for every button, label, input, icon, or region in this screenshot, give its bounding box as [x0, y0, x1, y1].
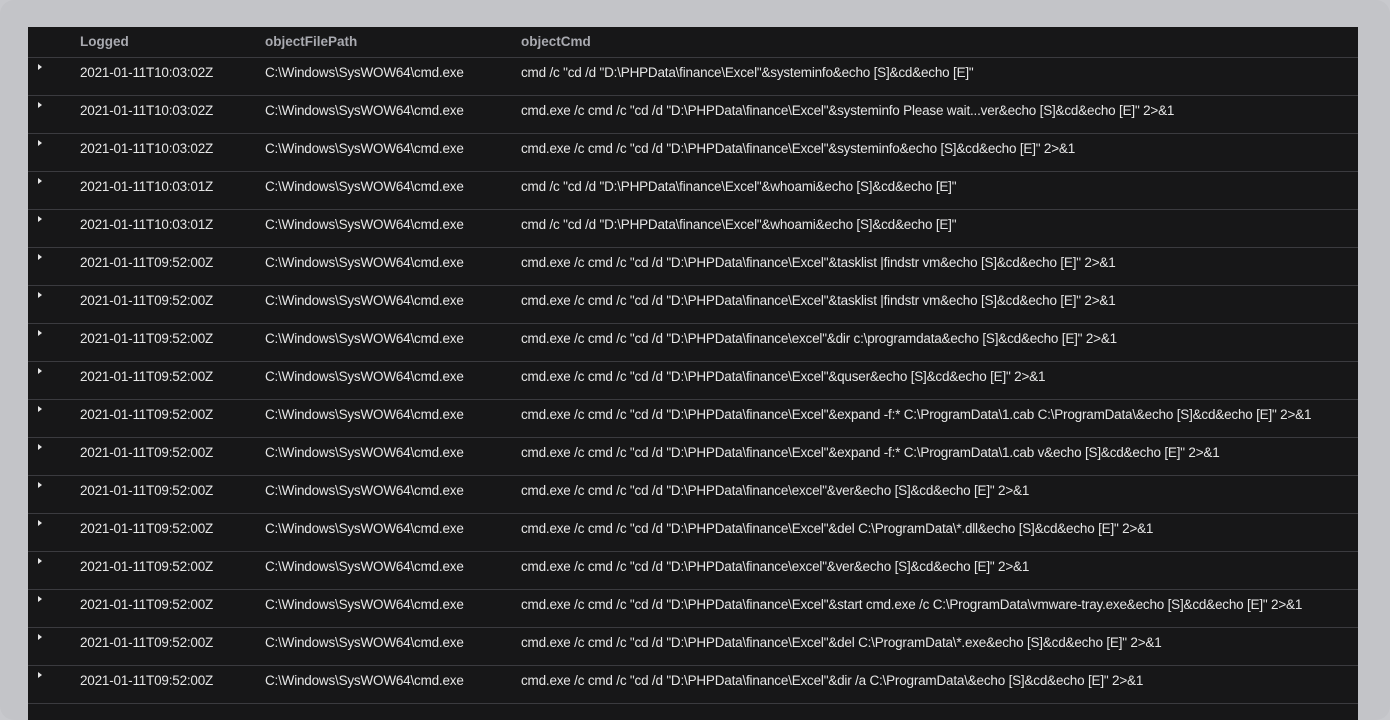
objectfilepath-cell: C:\Windows\SysWOW64\cmd.exe: [265, 483, 464, 498]
expand-caret-icon[interactable]: [38, 520, 42, 526]
expand-caret-icon[interactable]: [38, 368, 42, 374]
expand-caret-icon[interactable]: [38, 444, 42, 450]
expand-caret-icon[interactable]: [38, 254, 42, 260]
objectcmd-cell: cmd.exe /c cmd /c "cd /d "D:\PHPData\fin…: [521, 369, 1046, 384]
table-row[interactable]: 2021-01-11T10:03:01Z C:\Windows\SysWOW64\…: [28, 172, 1358, 210]
table-body: 2021-01-11T10:03:02Z C:\Windows\SysWOW64\…: [28, 27, 1358, 704]
objectcmd-cell: cmd.exe /c cmd /c "cd /d "D:\PHPData\fin…: [521, 521, 1154, 536]
logged-cell: 2021-01-11T09:52:00Z: [80, 483, 214, 498]
objectfilepath-cell: C:\Windows\SysWOW64\cmd.exe: [265, 103, 464, 118]
column-header-logged[interactable]: Logged: [80, 34, 129, 49]
expand-caret-icon[interactable]: [38, 140, 42, 146]
table-row[interactable]: 2021-01-11T09:52:00Z C:\Windows\SysWOW64\…: [28, 552, 1358, 590]
expand-caret-icon[interactable]: [38, 634, 42, 640]
logged-cell: 2021-01-11T09:52:00Z: [80, 331, 214, 346]
objectcmd-cell: cmd /c "cd /d "D:\PHPData\finance\Excel"…: [521, 179, 957, 194]
logged-cell: 2021-01-11T09:52:00Z: [80, 521, 214, 536]
expand-caret-icon[interactable]: [38, 216, 42, 222]
objectcmd-cell: cmd /c "cd /d "D:\PHPData\finance\Excel"…: [521, 65, 974, 80]
logged-cell: 2021-01-11T09:52:00Z: [80, 445, 214, 460]
objectfilepath-cell: C:\Windows\SysWOW64\cmd.exe: [265, 673, 464, 688]
table-row[interactable]: 2021-01-11T09:52:00Z C:\Windows\SysWOW64\…: [28, 286, 1358, 324]
expand-caret-icon[interactable]: [38, 330, 42, 336]
objectcmd-cell: cmd.exe /c cmd /c "cd /d "D:\PHPData\fin…: [521, 673, 1144, 688]
logged-cell: 2021-01-11T09:52:00Z: [80, 559, 214, 574]
logged-cell: 2021-01-11T10:03:02Z: [80, 103, 214, 118]
objectcmd-cell: cmd.exe /c cmd /c "cd /d "D:\PHPData\fin…: [521, 103, 1175, 118]
objectfilepath-cell: C:\Windows\SysWOW64\cmd.exe: [265, 179, 464, 194]
objectfilepath-cell: C:\Windows\SysWOW64\cmd.exe: [265, 635, 464, 650]
objectfilepath-cell: C:\Windows\SysWOW64\cmd.exe: [265, 217, 464, 232]
expand-caret-icon[interactable]: [38, 178, 42, 184]
objectfilepath-cell: C:\Windows\SysWOW64\cmd.exe: [265, 331, 464, 346]
table-row[interactable]: 2021-01-11T09:52:00Z C:\Windows\SysWOW64\…: [28, 324, 1358, 362]
expand-caret-icon[interactable]: [38, 292, 42, 298]
expand-caret-icon[interactable]: [38, 558, 42, 564]
logged-cell: 2021-01-11T09:52:00Z: [80, 673, 214, 688]
expand-caret-icon[interactable]: [38, 64, 42, 70]
expand-caret-icon[interactable]: [38, 596, 42, 602]
objectcmd-cell: cmd.exe /c cmd /c "cd /d "D:\PHPData\fin…: [521, 331, 1117, 346]
objectcmd-cell: cmd.exe /c cmd /c "cd /d "D:\PHPData\fin…: [521, 559, 1030, 574]
objectfilepath-cell: C:\Windows\SysWOW64\cmd.exe: [265, 559, 464, 574]
table-row[interactable]: 2021-01-11T10:03:02Z C:\Windows\SysWOW64\…: [28, 134, 1358, 172]
objectcmd-cell: cmd.exe /c cmd /c "cd /d "D:\PHPData\fin…: [521, 407, 1312, 422]
table-row[interactable]: 2021-01-11T09:52:00Z C:\Windows\SysWOW64\…: [28, 248, 1358, 286]
logged-cell: 2021-01-11T09:52:00Z: [80, 293, 214, 308]
logged-cell: 2021-01-11T10:03:02Z: [80, 65, 214, 80]
table-row[interactable]: 2021-01-11T09:52:00Z C:\Windows\SysWOW64\…: [28, 590, 1358, 628]
objectcmd-cell: cmd.exe /c cmd /c "cd /d "D:\PHPData\fin…: [521, 597, 1303, 612]
table-header: Logged objectFilePath objectCmd: [28, 27, 1358, 57]
logged-cell: 2021-01-11T09:52:00Z: [80, 255, 214, 270]
objectfilepath-cell: C:\Windows\SysWOW64\cmd.exe: [265, 141, 464, 156]
table-row[interactable]: 2021-01-11T10:03:02Z C:\Windows\SysWOW64\…: [28, 96, 1358, 134]
expand-caret-icon[interactable]: [38, 102, 42, 108]
logged-cell: 2021-01-11T09:52:00Z: [80, 369, 214, 384]
table-row[interactable]: 2021-01-11T10:03:01Z C:\Windows\SysWOW64\…: [28, 210, 1358, 248]
objectcmd-cell: cmd.exe /c cmd /c "cd /d "D:\PHPData\fin…: [521, 141, 1075, 156]
objectcmd-cell: cmd.exe /c cmd /c "cd /d "D:\PHPData\fin…: [521, 445, 1220, 460]
logged-cell: 2021-01-11T10:03:01Z: [80, 217, 214, 232]
expand-caret-icon[interactable]: [38, 482, 42, 488]
column-header-objectcmd[interactable]: objectCmd: [521, 34, 591, 49]
expand-caret-icon[interactable]: [38, 672, 42, 678]
logged-cell: 2021-01-11T09:52:00Z: [80, 635, 214, 650]
objectcmd-cell: cmd.exe /c cmd /c "cd /d "D:\PHPData\fin…: [521, 255, 1116, 270]
objectcmd-cell: cmd /c "cd /d "D:\PHPData\finance\Excel"…: [521, 217, 957, 232]
table-row[interactable]: 2021-01-11T09:52:00Z C:\Windows\SysWOW64\…: [28, 628, 1358, 666]
objectcmd-cell: cmd.exe /c cmd /c "cd /d "D:\PHPData\fin…: [521, 635, 1162, 650]
logged-cell: 2021-01-11T10:03:02Z: [80, 141, 214, 156]
table-row[interactable]: 2021-01-11T09:52:00Z C:\Windows\SysWOW64\…: [28, 476, 1358, 514]
table-row[interactable]: 2021-01-11T09:52:00Z C:\Windows\SysWOW64\…: [28, 362, 1358, 400]
expand-caret-icon[interactable]: [38, 406, 42, 412]
logged-cell: 2021-01-11T09:52:00Z: [80, 597, 214, 612]
objectcmd-cell: cmd.exe /c cmd /c "cd /d "D:\PHPData\fin…: [521, 483, 1030, 498]
objectcmd-cell: cmd.exe /c cmd /c "cd /d "D:\PHPData\fin…: [521, 293, 1116, 308]
objectfilepath-cell: C:\Windows\SysWOW64\cmd.exe: [265, 293, 464, 308]
logged-cell: 2021-01-11T10:03:01Z: [80, 179, 214, 194]
table-row[interactable]: 2021-01-11T09:52:00Z C:\Windows\SysWOW64\…: [28, 514, 1358, 552]
objectfilepath-cell: C:\Windows\SysWOW64\cmd.exe: [265, 597, 464, 612]
table-row[interactable]: 2021-01-11T09:52:00Z C:\Windows\SysWOW64\…: [28, 438, 1358, 476]
table-row[interactable]: 2021-01-11T10:03:02Z C:\Windows\SysWOW64\…: [28, 58, 1358, 96]
objectfilepath-cell: C:\Windows\SysWOW64\cmd.exe: [265, 521, 464, 536]
window-frame: Logged objectFilePath objectCmd 2021-01-…: [0, 0, 1390, 720]
objectfilepath-cell: C:\Windows\SysWOW64\cmd.exe: [265, 369, 464, 384]
objectfilepath-cell: C:\Windows\SysWOW64\cmd.exe: [265, 65, 464, 80]
table-row[interactable]: 2021-01-11T09:52:00Z C:\Windows\SysWOW64\…: [28, 400, 1358, 438]
column-header-objectfilepath[interactable]: objectFilePath: [265, 34, 357, 49]
objectfilepath-cell: C:\Windows\SysWOW64\cmd.exe: [265, 255, 464, 270]
objectfilepath-cell: C:\Windows\SysWOW64\cmd.exe: [265, 445, 464, 460]
logged-cell: 2021-01-11T09:52:00Z: [80, 407, 214, 422]
table-row[interactable]: 2021-01-11T09:52:00Z C:\Windows\SysWOW64\…: [28, 666, 1358, 704]
log-table: Logged objectFilePath objectCmd 2021-01-…: [28, 27, 1358, 720]
objectfilepath-cell: C:\Windows\SysWOW64\cmd.exe: [265, 407, 464, 422]
